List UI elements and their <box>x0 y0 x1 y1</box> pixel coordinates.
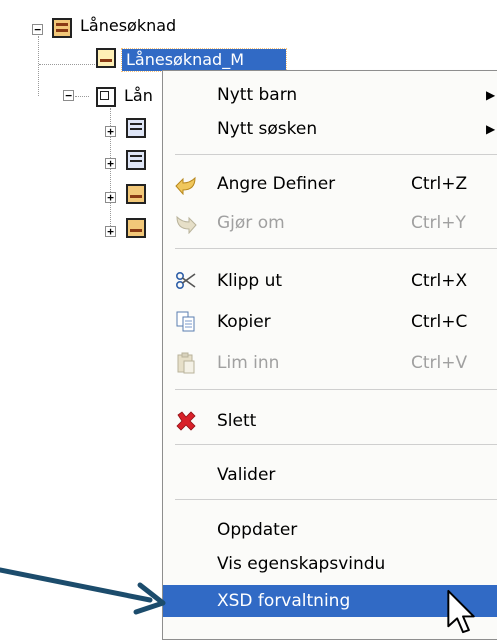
menu-item-properties-window[interactable]: Vis egenskapsvindu <box>163 548 497 580</box>
menu-item-label: Klipp ut <box>217 271 283 291</box>
menu-separator <box>175 248 497 249</box>
menu-item-label: Lim inn <box>217 353 280 373</box>
menu-item-cut[interactable]: Klipp ut Ctrl+X <box>163 265 497 297</box>
menu-item-label: Angre Definer <box>217 174 336 194</box>
menu-item-label: XSD forvaltning <box>217 591 351 611</box>
menu-item-refresh[interactable]: Oppdater <box>163 514 497 546</box>
menu-item-shortcut: Ctrl+V <box>411 353 468 373</box>
menu-item-label: Nytt søsken <box>217 119 318 139</box>
menu-item-new-sibling[interactable]: Nytt søsken ▶ <box>163 113 497 145</box>
menu-item-new-child[interactable]: Nytt barn ▶ <box>163 79 497 111</box>
menu-item-shortcut: Ctrl+C <box>411 312 468 332</box>
menu-separator <box>175 499 497 500</box>
menu-item-validate[interactable]: Valider <box>163 459 497 491</box>
menu-item-shortcut: Ctrl+Z <box>411 174 468 194</box>
menu-item-label: Gjør om <box>217 213 285 233</box>
mouse-pointer-icon <box>447 589 475 634</box>
annotation-arrow <box>0 567 166 615</box>
menu-item-shortcut: Ctrl+X <box>411 271 468 291</box>
menu-item-label: Kopier <box>217 312 271 332</box>
menu-item-delete[interactable]: Slett <box>163 405 497 437</box>
menu-item-label: Oppdater <box>217 520 298 540</box>
submenu-arrow-icon: ▶ <box>486 122 496 136</box>
menu-item-copy[interactable]: Kopier Ctrl+C <box>163 306 497 338</box>
context-menu: Nytt barn ▶ Nytt søsken ▶ Angre Definer … <box>162 70 497 640</box>
submenu-arrow-icon: ▶ <box>486 88 496 102</box>
menu-item-label: Slett <box>217 411 257 431</box>
menu-item-shortcut: Ctrl+Y <box>411 213 466 233</box>
menu-item-label: Vis egenskapsvindu <box>217 554 386 574</box>
menu-item-paste[interactable]: Lim inn Ctrl+V <box>163 347 497 379</box>
menu-item-label: Valider <box>217 465 276 485</box>
menu-separator <box>175 389 497 390</box>
menu-separator <box>175 154 497 155</box>
menu-item-redo[interactable]: Gjør om Ctrl+Y <box>163 207 497 239</box>
menu-item-label: Nytt barn <box>217 85 298 105</box>
menu-item-undo[interactable]: Angre Definer Ctrl+Z <box>163 168 497 200</box>
menu-separator <box>175 444 497 445</box>
